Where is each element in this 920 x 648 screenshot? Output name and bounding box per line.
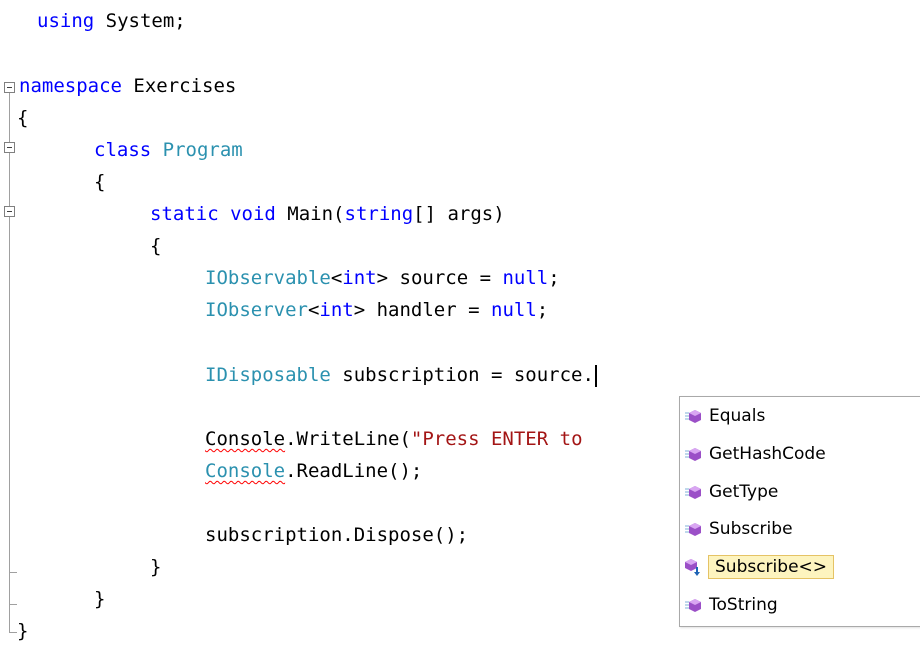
code-line: IObservable<int> source = null; (205, 267, 560, 289)
code-line: } (94, 588, 106, 610)
method-icon (684, 596, 702, 614)
outline-guide (9, 632, 17, 633)
intellisense-item-subscribe[interactable]: Subscribe (684, 512, 920, 546)
code-line: namespace Exercises (19, 75, 237, 97)
outline-guide (9, 153, 10, 206)
collapse-method-icon[interactable] (4, 206, 15, 217)
intellisense-item-label: GetHashCode (709, 444, 826, 464)
intellisense-item-label: Subscribe<> (708, 555, 835, 579)
intellisense-item-label: ToString (709, 595, 778, 615)
outline-guide (9, 572, 17, 573)
code-line: IDisposable subscription = source. (205, 358, 597, 392)
code-line: subscription.Dispose(); (205, 524, 469, 546)
code-line: } (17, 620, 29, 642)
code-line: { (17, 107, 29, 129)
text-caret (594, 364, 597, 387)
outline-guide (9, 93, 10, 142)
collapse-namespace-icon[interactable] (4, 82, 15, 93)
collapse-class-icon[interactable] (4, 142, 15, 153)
code-line: Console.ReadLine(); (205, 460, 423, 482)
method-icon (684, 445, 702, 463)
method-icon (684, 483, 702, 501)
outline-guide (9, 604, 17, 605)
intellisense-item-equals[interactable]: Equals (684, 399, 920, 433)
intellisense-item-gettype[interactable]: GetType (684, 475, 920, 509)
outline-guide (9, 217, 10, 632)
code-line: } (150, 556, 162, 578)
intellisense-item-label: GetType (709, 482, 779, 502)
code-line: Console.WriteLine("Press ENTER to (205, 428, 583, 450)
code-line: class Program (94, 139, 243, 161)
intellisense-item-label: Subscribe (709, 519, 793, 539)
intellisense-item-gethashcode[interactable]: GetHashCode (684, 437, 920, 471)
code-line: { (94, 171, 106, 193)
intellisense-item-subscribe-generic[interactable]: Subscribe<> (684, 550, 920, 584)
code-line: static void Main(string[] args) (150, 203, 505, 225)
code-line: using System; (37, 10, 186, 32)
intellisense-item-tostring[interactable]: ToString (684, 588, 920, 622)
intellisense-item-label: Equals (709, 406, 766, 426)
method-icon (684, 520, 702, 538)
extension-method-icon (684, 558, 702, 576)
intellisense-popup[interactable]: Equals GetHashCode GetType Subscribe Sub… (679, 396, 920, 627)
method-icon (684, 407, 702, 425)
code-line: { (150, 235, 162, 257)
code-line: IObserver<int> handler = null; (205, 299, 549, 321)
